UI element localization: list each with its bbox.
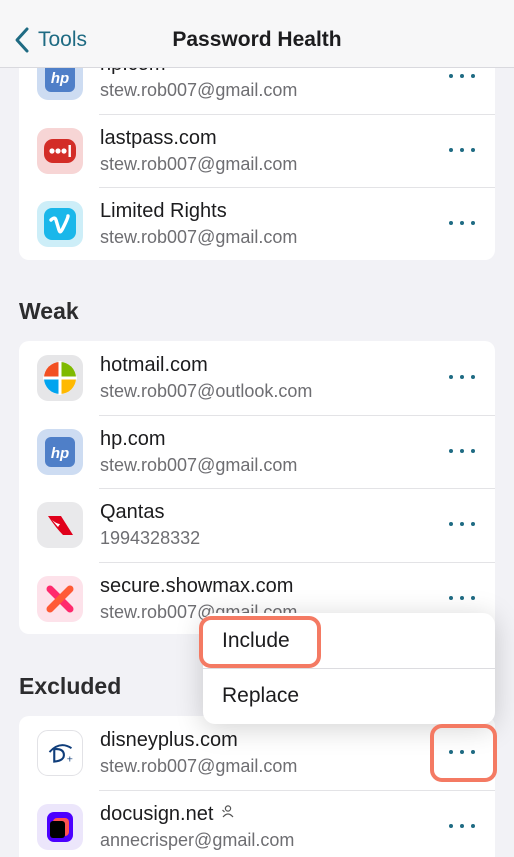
- site-name: hp.com: [100, 427, 166, 450]
- more-options-button[interactable]: [449, 512, 475, 536]
- excluded-card: + disneyplus.com stew.rob007@gmail.com d…: [19, 716, 495, 857]
- username: stew.rob007@gmail.com: [100, 227, 298, 247]
- vimeo-icon: [37, 201, 83, 247]
- site-name: disneyplus.com: [100, 729, 238, 751]
- more-options-button[interactable]: [449, 211, 475, 235]
- section-title-weak: Weak: [19, 298, 79, 324]
- include-highlight: [199, 616, 321, 668]
- weak-passwords-card: hotmail.com stew.rob007@outlook.com hp h…: [19, 341, 495, 634]
- replace-label: Replace: [222, 684, 300, 707]
- previous-section-card: hp hp.com stew.rob007@gmail.com lastpass…: [19, 40, 495, 260]
- site-name: lastpass.com: [100, 126, 217, 149]
- username: 1994328332: [100, 528, 201, 548]
- showmax-icon: [37, 575, 83, 622]
- username: annecrisper@gmail.com: [100, 829, 295, 850]
- list-item[interactable]: + disneyplus.com stew.rob007@gmail.com: [19, 716, 495, 790]
- more-button-highlight: [430, 724, 497, 782]
- disney-icon: +: [37, 730, 83, 776]
- username: stew.rob007@outlook.com: [100, 381, 313, 401]
- username: stew.rob007@gmail.com: [100, 153, 298, 174]
- more-options-button[interactable]: [449, 439, 475, 463]
- username: stew.rob007@gmail.com: [100, 80, 298, 100]
- more-options-button[interactable]: [449, 586, 475, 610]
- section-title-excluded: Excluded: [19, 673, 122, 699]
- navigation-bar: Tools Password Health: [0, 0, 514, 68]
- hp-icon: hp: [37, 428, 83, 475]
- microsoft-icon: [37, 355, 83, 401]
- svg-text:hp: hp: [51, 70, 69, 87]
- site-name: hotmail.com: [100, 354, 208, 376]
- docusign-icon: [37, 803, 83, 850]
- username: stew.rob007@gmail.com: [100, 454, 298, 475]
- site-name-text: docusign.net: [100, 802, 214, 825]
- list-item[interactable]: Qantas 1994328332: [19, 488, 495, 562]
- svg-text:hp: hp: [51, 445, 69, 462]
- replace-menu-item[interactable]: Replace: [203, 669, 495, 724]
- svg-text:+: +: [67, 754, 73, 766]
- more-options-button[interactable]: [449, 138, 475, 162]
- lastpass-icon: [37, 127, 83, 174]
- list-item[interactable]: hotmail.com stew.rob007@outlook.com: [19, 341, 495, 415]
- more-options-button[interactable]: [449, 814, 475, 838]
- more-options-button[interactable]: [449, 365, 475, 389]
- site-name: secure.showmax.com: [100, 574, 294, 597]
- list-item[interactable]: docusign.net annecrisper@gmail.com: [19, 789, 495, 857]
- qantas-icon: [37, 502, 83, 548]
- list-item[interactable]: Limited Rights stew.rob007@gmail.com: [19, 187, 495, 260]
- page-title: Password Health: [172, 28, 342, 51]
- site-name: docusign.net: [100, 803, 235, 826]
- username: stew.rob007@gmail.com: [100, 756, 298, 776]
- shared-person-icon: [222, 804, 234, 817]
- site-name: Qantas: [100, 501, 165, 523]
- site-name: Limited Rights: [100, 200, 227, 222]
- list-item[interactable]: hp hp.com stew.rob007@gmail.com: [19, 414, 495, 489]
- list-item[interactable]: lastpass.com stew.rob007@gmail.com: [19, 113, 495, 188]
